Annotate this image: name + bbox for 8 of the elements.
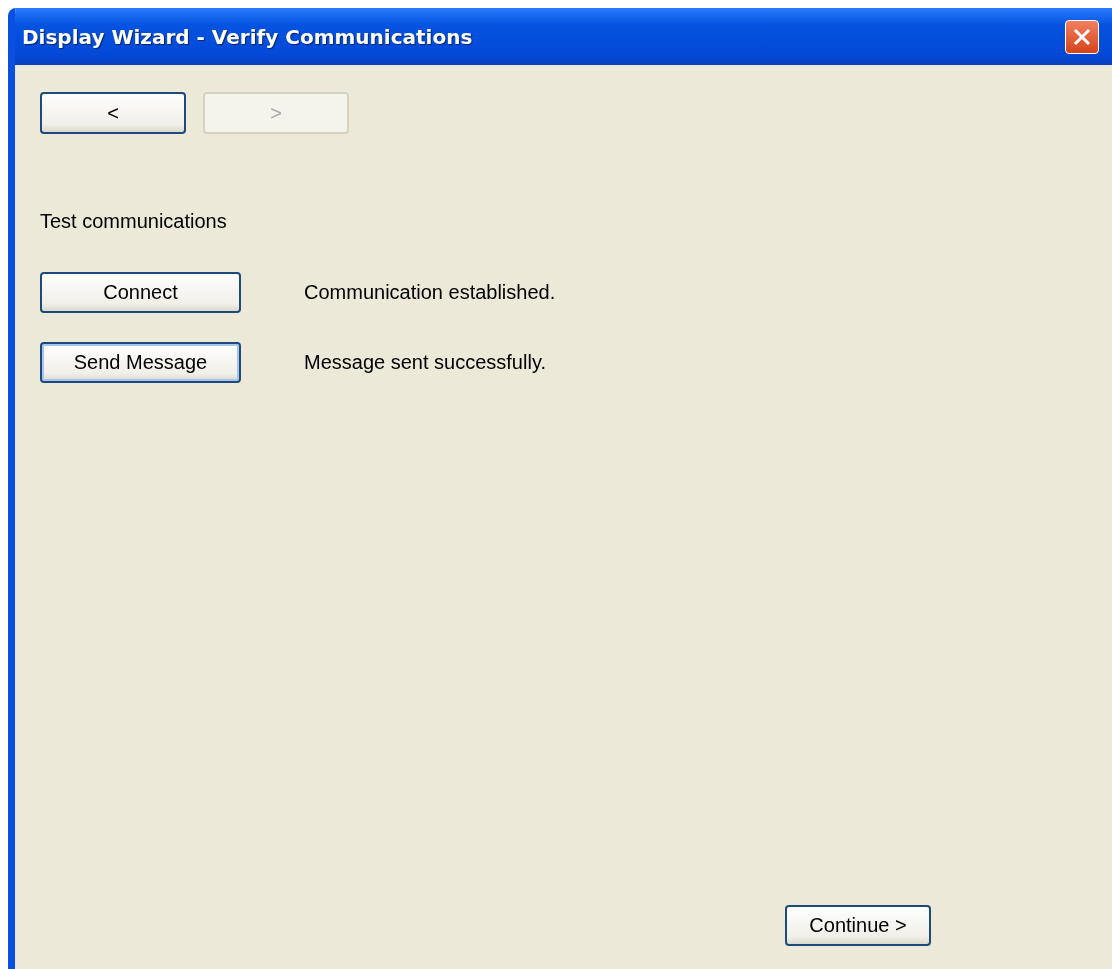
status-text: Communication established. bbox=[304, 281, 556, 304]
status-text: Message sent successfully. bbox=[304, 351, 546, 374]
window-title: Display Wizard - Verify Communications bbox=[22, 24, 474, 49]
action-button[interactable]: Connect bbox=[40, 272, 241, 313]
nav-button[interactable]: < bbox=[40, 92, 186, 134]
section-heading: Test communications bbox=[40, 210, 227, 233]
action-button[interactable]: Send Message bbox=[40, 342, 241, 383]
continue-button[interactable]: Continue > bbox=[785, 905, 931, 946]
